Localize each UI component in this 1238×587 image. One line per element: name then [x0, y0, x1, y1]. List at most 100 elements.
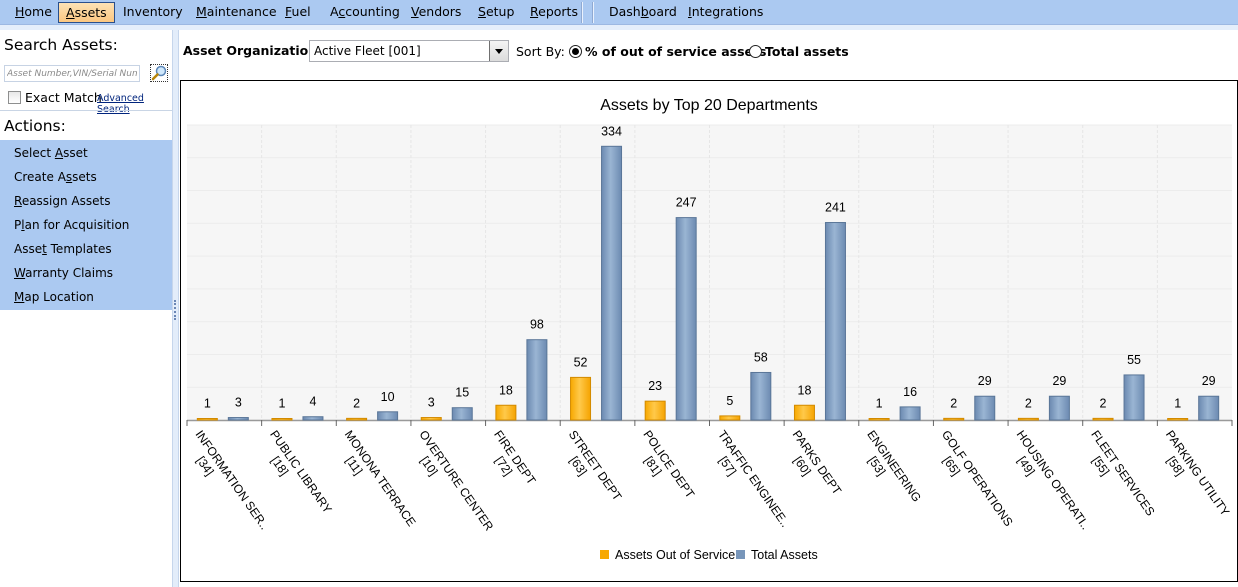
data-label-total-assets: 98 — [530, 318, 544, 332]
data-label-out-of-service: 2 — [950, 396, 957, 410]
data-label-out-of-service: 23 — [648, 379, 662, 393]
sort-out-of-service-label[interactable]: % of out of service assets — [585, 44, 766, 59]
actions-title: Actions: — [4, 117, 66, 135]
panel-splitter[interactable] — [172, 30, 179, 587]
chart-title: Assets by Top 20 Departments — [600, 97, 818, 114]
data-label-out-of-service: 3 — [428, 396, 435, 410]
menu-dashboard[interactable]: Dashboard — [602, 2, 684, 23]
sort-total-assets-radio[interactable] — [749, 45, 762, 58]
menu-vendors[interactable]: Vendors — [404, 2, 468, 23]
bar-total-assets — [1048, 395, 1070, 421]
bar-total-assets — [1198, 395, 1220, 421]
menu-inventory[interactable]: Inventory — [116, 2, 190, 23]
chart-container: Assets by Top 20 Departments 1 3 1 4 2 10 3 15 1… — [180, 80, 1238, 582]
bar-chart: Assets by Top 20 Departments 1 3 1 4 2 10 315 1… — [186, 97, 1233, 562]
data-label-out-of-service: 2 — [353, 396, 360, 410]
advanced-search-link[interactable]: Advanced Search — [97, 93, 172, 115]
category-label: PARKING UTILITY[58] — [1163, 428, 1232, 519]
data-label-out-of-service: 18 — [798, 383, 812, 397]
category-name: HOUSING OPERATI.. — [1014, 428, 1093, 533]
exact-match-label: Exact Match — [25, 90, 102, 105]
bar-out-of-service — [346, 417, 368, 421]
bar-out-of-service — [1092, 417, 1114, 421]
data-label-out-of-service: 52 — [574, 355, 588, 369]
menu-reports[interactable]: Reports — [523, 2, 585, 23]
data-label-out-of-service: 1 — [1174, 397, 1181, 411]
asset-organization-select[interactable]: Active Fleet [001] — [309, 40, 509, 62]
menu-setup[interactable]: Setup — [471, 2, 521, 23]
data-label-total-assets: 29 — [1052, 374, 1066, 388]
bar-out-of-service — [644, 400, 666, 421]
category-name: TRAFFIC ENGINEE.. — [715, 428, 792, 530]
menu-accounting[interactable]: Accounting — [323, 2, 407, 23]
action-plan-for-acquisition[interactable]: Plan for Acquisition — [14, 215, 129, 235]
divider — [0, 110, 172, 111]
menu-home[interactable]: Home — [8, 2, 59, 23]
category-label: STREET DEPT[63] — [566, 428, 625, 504]
bar-total-assets — [1123, 374, 1145, 421]
bar-total-assets — [675, 217, 697, 421]
splitter-grip[interactable] — [174, 300, 176, 320]
data-label-out-of-service: 18 — [499, 383, 513, 397]
menu-separator — [581, 2, 582, 23]
data-label-total-assets: 3 — [235, 396, 242, 410]
sort-by-label: Sort By: — [516, 44, 565, 59]
menu-fuel[interactable]: Fuel — [278, 2, 318, 23]
category-label: PUBLIC LIBRARY[18] — [267, 428, 335, 516]
asset-organization-label: Asset Organization: — [183, 43, 323, 58]
category-name: MONONA TERRACE — [342, 428, 419, 529]
category-label: POLICE DEPT[81] — [640, 428, 697, 502]
action-create-assets[interactable]: Create Assets — [14, 167, 97, 187]
bar-out-of-service — [570, 376, 592, 421]
category-label: ENGINEERING[53] — [864, 428, 924, 505]
sort-total-assets-label[interactable]: Total assets — [765, 44, 849, 59]
menu-separator — [592, 2, 593, 23]
bar-total-assets — [377, 411, 399, 421]
asset-search-input[interactable] — [4, 65, 140, 82]
data-label-total-assets: 334 — [601, 124, 622, 138]
menu-bar: Home Assets Inventory Maintenance Fuel Accoun… — [0, 0, 1238, 30]
bar-total-assets — [974, 395, 996, 421]
menu-bar-strip — [0, 25, 1238, 30]
action-asset-templates[interactable]: Asset Templates — [14, 239, 112, 259]
data-label-total-assets: 10 — [381, 390, 395, 404]
bar-total-assets — [227, 417, 249, 421]
category-label: MONONA TERRACE[11] — [342, 428, 419, 529]
action-select-asset[interactable]: Select Asset — [14, 143, 88, 163]
search-button[interactable] — [150, 64, 168, 82]
data-label-total-assets: 247 — [676, 196, 697, 210]
action-reassign-assets[interactable]: Reassign Assets — [14, 191, 110, 211]
data-label-total-assets: 4 — [309, 395, 316, 409]
exact-match-checkbox[interactable] — [8, 91, 21, 104]
bar-out-of-service — [196, 418, 218, 421]
actions-list: Select Asset Create Assets Reassign Assets… — [0, 140, 172, 310]
bar-out-of-service — [719, 415, 741, 421]
search-assets-title: Search Assets: — [4, 36, 118, 54]
data-label-out-of-service: 2 — [1025, 396, 1032, 410]
action-map-location[interactable]: Map Location — [14, 287, 94, 307]
category-label: HOUSING OPERATI..[49] — [1014, 428, 1093, 533]
menu-integrations[interactable]: Integrations — [681, 2, 770, 23]
bar-out-of-service — [420, 417, 442, 421]
sort-out-of-service-radio[interactable] — [569, 45, 582, 58]
bar-total-assets — [750, 371, 772, 421]
data-label-out-of-service: 2 — [1100, 396, 1107, 410]
category-label: PARKS DEPT[60] — [790, 428, 845, 498]
data-label-out-of-service: 1 — [204, 397, 211, 411]
data-label-total-assets: 29 — [978, 374, 992, 388]
menu-maintenance[interactable]: Maintenance — [189, 2, 284, 23]
category-label: GOLF OPERATIONS[65] — [939, 428, 1016, 529]
category-name: INFORMATION SER.. — [193, 428, 272, 533]
data-label-total-assets: 29 — [1202, 374, 1216, 388]
dropdown-arrow-icon[interactable] — [489, 41, 508, 61]
bar-total-assets — [601, 145, 623, 421]
menu-assets[interactable]: Assets — [58, 2, 115, 23]
bar-total-assets — [824, 222, 846, 421]
bar-out-of-service — [1017, 417, 1039, 421]
action-warranty-claims[interactable]: Warranty Claims — [14, 263, 113, 283]
data-label-total-assets: 16 — [903, 385, 917, 399]
asset-organization-value: Active Fleet [001] — [314, 44, 421, 58]
bar-total-assets — [899, 406, 921, 421]
legend-swatch-total-assets — [736, 550, 745, 559]
legend-swatch-out-of-service — [600, 550, 609, 559]
